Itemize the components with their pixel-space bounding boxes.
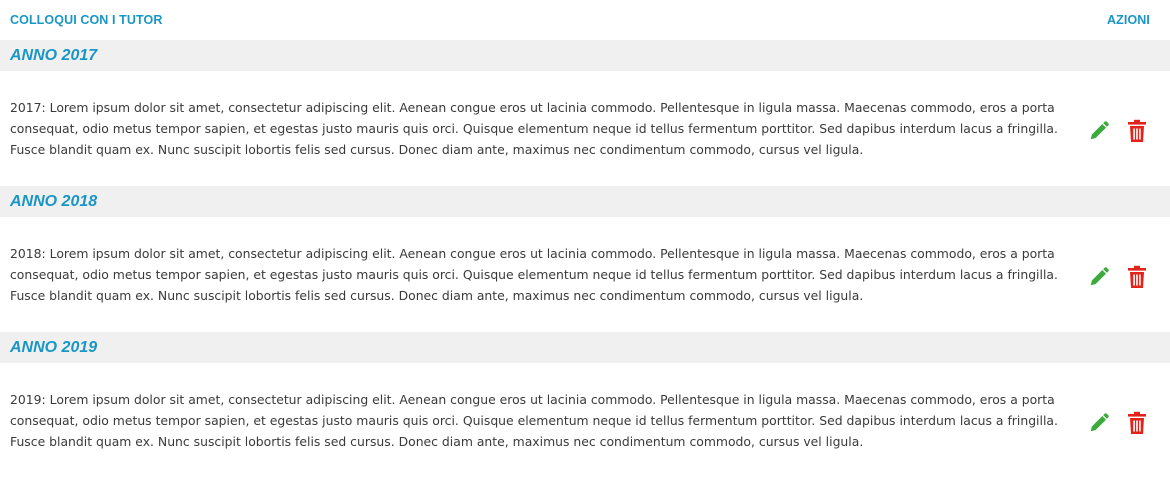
- row-actions: [1086, 118, 1150, 144]
- trash-icon: [1128, 119, 1146, 142]
- pencil-icon: [1090, 266, 1109, 285]
- delete-button[interactable]: [1124, 410, 1150, 436]
- row-actions: [1086, 410, 1150, 436]
- row-actions: [1086, 264, 1150, 290]
- table-row: 2019: Lorem ipsum dolor sit amet, consec…: [0, 363, 1170, 478]
- year-header-2017: ANNO 2017: [0, 40, 1170, 71]
- year-header-2018: ANNO 2018: [0, 186, 1170, 217]
- meeting-notes-text: 2018: Lorem ipsum dolor sit amet, consec…: [10, 246, 1058, 303]
- year-label: ANNO 2019: [10, 338, 98, 356]
- year-header-2019: ANNO 2019: [0, 332, 1170, 363]
- table-row: 2018: Lorem ipsum dolor sit amet, consec…: [0, 217, 1170, 332]
- delete-button[interactable]: [1124, 118, 1150, 144]
- section-title: COLLOQUI CON I TUTOR: [10, 13, 163, 27]
- meeting-notes-text: 2017: Lorem ipsum dolor sit amet, consec…: [10, 100, 1058, 157]
- actions-column-header: AZIONI: [1107, 13, 1150, 27]
- trash-icon: [1128, 265, 1146, 288]
- meeting-notes-text: 2019: Lorem ipsum dolor sit amet, consec…: [10, 392, 1058, 449]
- table-header: COLLOQUI CON I TUTOR AZIONI: [0, 0, 1170, 40]
- table-row: 2017: Lorem ipsum dolor sit amet, consec…: [0, 71, 1170, 186]
- year-label: ANNO 2018: [10, 192, 98, 210]
- delete-button[interactable]: [1124, 264, 1150, 290]
- edit-button[interactable]: [1086, 118, 1112, 144]
- trash-icon: [1128, 411, 1146, 434]
- edit-button[interactable]: [1086, 410, 1112, 436]
- pencil-icon: [1090, 412, 1109, 431]
- year-label: ANNO 2017: [10, 46, 98, 64]
- tutor-meetings-panel: COLLOQUI CON I TUTOR AZIONI ANNO 2017 20…: [0, 0, 1170, 473]
- edit-button[interactable]: [1086, 264, 1112, 290]
- pencil-icon: [1090, 120, 1109, 139]
